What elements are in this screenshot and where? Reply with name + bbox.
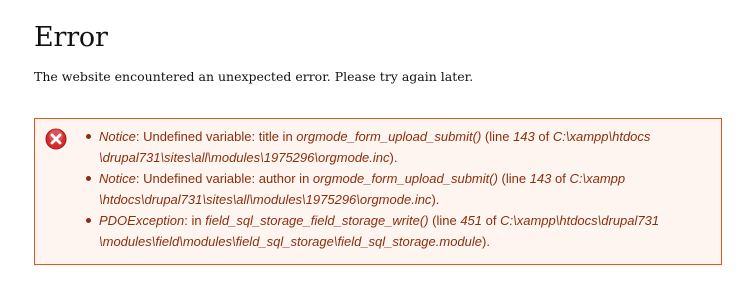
message-type: Notice [99, 171, 136, 186]
error-x-icon [45, 128, 67, 150]
message-line-number: 451 [460, 213, 483, 228]
message-type: PDOException [99, 213, 185, 228]
message-file-path: C:\xampp\htdocs [552, 129, 651, 144]
error-message-item: Notice: Undefined variable: author in or… [83, 168, 713, 210]
message-file-path: C:\xampp\htdocs\drupal731 [500, 213, 660, 228]
message-text: (line [497, 171, 530, 186]
message-text: (line [428, 213, 461, 228]
message-text: ). [389, 150, 398, 165]
page-title: Error [34, 22, 108, 53]
message-file-path: \modules\field\modules\field_sql_storage… [99, 234, 483, 249]
message-text: (line [481, 129, 514, 144]
message-type: Notice [99, 129, 136, 144]
message-function: orgmode_form_upload_submit() [312, 171, 498, 186]
message-text: : in [184, 213, 206, 228]
error-message-list: Notice: Undefined variable: title in org… [83, 126, 713, 252]
error-message-item: PDOException: in field_sql_storage_field… [83, 210, 713, 252]
message-text: : Undefined variable: author in [135, 171, 313, 186]
message-line-number: 143 [529, 171, 552, 186]
message-text: of [534, 129, 553, 144]
error-message-item: Notice: Undefined variable: title in org… [83, 126, 713, 168]
message-file-path: \htdocs\drupal731\sites\all\modules\1975… [99, 192, 432, 207]
message-text: of [551, 171, 570, 186]
error-messages-box: Notice: Undefined variable: title in org… [34, 118, 722, 265]
error-page: Error The website encountered an unexpec… [0, 0, 739, 281]
message-function: orgmode_form_upload_submit() [296, 129, 482, 144]
message-function: field_sql_storage_field_storage_write() [205, 213, 429, 228]
message-text: ). [482, 234, 490, 249]
error-intro-text: The website encountered an unexpected er… [34, 69, 474, 84]
message-line-number: 143 [513, 129, 535, 144]
message-text: ). [431, 192, 440, 207]
message-file-path: \drupal731\sites\all\modules\1975296\org… [99, 150, 390, 165]
message-file-path: C:\xampp [569, 171, 626, 186]
message-text: of [482, 213, 501, 228]
message-text: : Undefined variable: title in [135, 129, 297, 144]
